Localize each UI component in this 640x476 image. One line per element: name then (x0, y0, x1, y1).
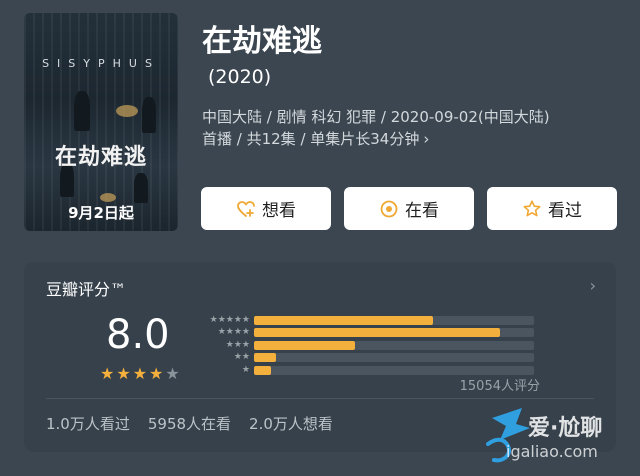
poster-english-title: SISYPHUS (42, 57, 160, 70)
poster-premiere-caption: 9月2日起 (68, 204, 134, 222)
distribution-row: ★★★★ (196, 327, 556, 340)
show-meta[interactable]: 中国大陆 / 剧情 科幻 犯罪 / 2020-09-02(中国大陆) 首播 / … (202, 106, 612, 150)
chevron-right-icon[interactable]: › (590, 276, 596, 295)
rating-stars: ★ ★ ★ ★ ★ (100, 366, 180, 382)
watching-button[interactable]: 在看 (344, 187, 474, 230)
distribution-bar (254, 328, 500, 338)
show-title: 在劫难逃 (202, 24, 322, 59)
viewer-stats: 1.0万人看过 5958人在看 2.0万人想看 (46, 413, 333, 434)
watched-count: 1.0万人看过 (46, 415, 130, 433)
distribution-track (254, 340, 534, 350)
watched-label: 看过 (548, 201, 582, 221)
distribution-row: ★★★ (196, 339, 556, 352)
show-year: (2020) (208, 66, 272, 88)
meta-line-1: 中国大陆 / 剧情 科幻 犯罪 / 2020-09-02(中国大陆) (202, 108, 550, 126)
watching-label: 在看 (405, 201, 439, 221)
target-dot-icon (379, 199, 399, 219)
rating-distribution: ★★★★★ ★★★★ ★★★ ★★ ★ (196, 314, 556, 377)
distribution-bar (254, 365, 271, 375)
poster-figure (142, 97, 156, 133)
chevron-right-icon: › (423, 130, 430, 148)
distribution-bar (254, 353, 276, 363)
distribution-row: ★★ (196, 352, 556, 365)
distribution-bar (254, 315, 433, 325)
divider (46, 398, 594, 399)
distribution-stars: ★★ (233, 352, 250, 363)
distribution-row: ★★★★★ (196, 314, 556, 327)
rating-score: 8.0 (106, 312, 170, 358)
rating-label: 豆瓣评分™ (46, 280, 127, 299)
watermark-text: 爱·尬聊 (528, 416, 603, 441)
poster-image[interactable]: SISYPHUS 在劫难逃 9月2日起 (24, 13, 178, 231)
poster-figure (134, 173, 148, 203)
poster-lamp (116, 105, 138, 117)
want-to-watch-button[interactable]: 想看 (201, 187, 331, 230)
distribution-stars: ★ (241, 364, 250, 375)
distribution-track (254, 353, 534, 363)
want-to-watch-label: 想看 (262, 201, 296, 221)
distribution-stars: ★★★★ (217, 327, 250, 338)
watched-button[interactable]: 看过 (487, 187, 617, 230)
distribution-track (254, 328, 534, 338)
star-filled-icon: ★ (149, 364, 164, 383)
star-filled-icon: ★ (100, 364, 115, 383)
star-outline-icon (522, 199, 542, 219)
distribution-track (254, 315, 534, 325)
distribution-stars: ★★★★★ (209, 314, 250, 325)
rating-count: 15054人评分 (459, 379, 540, 394)
poster-lamp (100, 193, 116, 202)
distribution-bar (254, 340, 355, 350)
distribution-track (254, 365, 534, 375)
want-count: 2.0万人想看 (249, 415, 333, 433)
poster-figure (74, 91, 90, 131)
star-filled-icon: ★ (132, 364, 148, 383)
distribution-stars: ★★★ (225, 339, 250, 350)
star-filled-icon: ★ (116, 364, 131, 383)
heart-plus-icon (236, 199, 256, 219)
star-empty-icon: ★ (165, 364, 180, 383)
poster-chinese-title: 在劫难逃 (54, 144, 147, 170)
watching-count: 5958人在看 (147, 415, 232, 433)
watermark-url: igaliao.com (506, 442, 598, 461)
meta-line-2: 首播 / 共12集 / 单集片长34分钟 › (202, 130, 430, 148)
